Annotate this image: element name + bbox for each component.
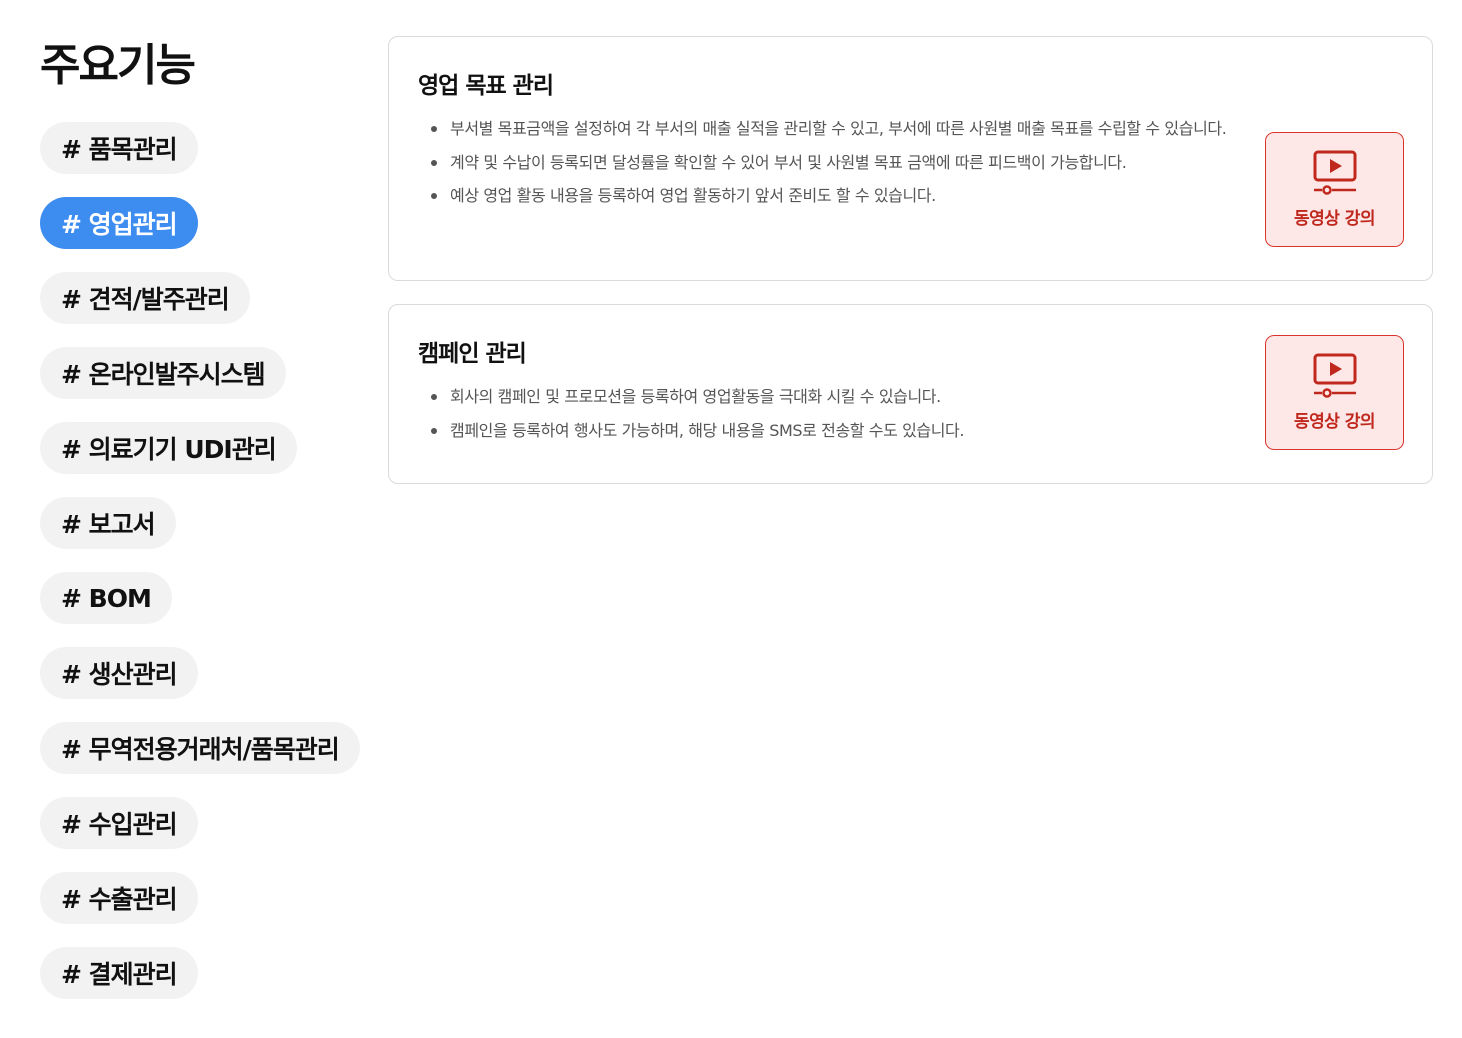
features-page: 주요기능 # 품목관리 # 영업관리 # 견적/발주관리 # 온라인발주시스템 … (0, 0, 1462, 1038)
card-title: 영업 목표 관리 (418, 73, 554, 99)
feature-detail-panel: 영업 목표 관리 부서별 목표금액을 설정하여 각 부서의 매출 실적을 관리할… (388, 36, 1433, 507)
tag-trade-partner-item-management[interactable]: # 무역전용거래처/품목관리 (40, 722, 360, 774)
tag-production-management[interactable]: # 생산관리 (40, 647, 198, 699)
card-bullet: 부서별 목표금액을 설정하여 각 부서의 매출 실적을 관리할 수 있고, 부서… (418, 112, 1232, 146)
tag-export-management[interactable]: # 수출관리 (40, 872, 198, 924)
feature-card-campaign: 캠페인 관리 회사의 캠페인 및 프로모션을 등록하여 영업활동을 극대화 시킬… (388, 304, 1433, 484)
card-bullet-list: 회사의 캠페인 및 프로모션을 등록하여 영업활동을 극대화 시킬 수 있습니다… (418, 380, 1232, 447)
video-lecture-label: 동영상 강의 (1293, 209, 1376, 229)
tag-medical-udi-management[interactable]: # 의료기기 UDI관리 (40, 422, 297, 474)
tag-bom[interactable]: # BOM (40, 572, 172, 624)
tag-item-management[interactable]: # 품목관리 (40, 122, 198, 174)
tag-quote-order-management[interactable]: # 견적/발주관리 (40, 272, 250, 324)
feature-card-sales-target: 영업 목표 관리 부서별 목표금액을 설정하여 각 부서의 매출 실적을 관리할… (388, 36, 1433, 281)
card-bullet: 예상 영업 활동 내용을 등록하여 영업 활동하기 앞서 준비도 할 수 있습니… (418, 179, 1232, 213)
tag-online-order-system[interactable]: # 온라인발주시스템 (40, 347, 286, 399)
tag-reports[interactable]: # 보고서 (40, 497, 176, 549)
card-title: 캠페인 관리 (418, 341, 527, 367)
feature-sidebar: 주요기능 # 품목관리 # 영업관리 # 견적/발주관리 # 온라인발주시스템 … (40, 38, 360, 999)
video-lecture-label: 동영상 강의 (1293, 412, 1376, 432)
feature-tag-list: # 품목관리 # 영업관리 # 견적/발주관리 # 온라인발주시스템 # 의료기… (40, 122, 360, 999)
video-lecture-button[interactable]: 동영상 강의 (1265, 132, 1404, 247)
card-bullet: 계약 및 수납이 등록되면 달성률을 확인할 수 있어 부서 및 사원별 목표 … (418, 146, 1232, 180)
card-bullet-list: 부서별 목표금액을 설정하여 각 부서의 매출 실적을 관리할 수 있고, 부서… (418, 112, 1232, 213)
video-lecture-button[interactable]: 동영상 강의 (1265, 335, 1404, 450)
sidebar-title: 주요기능 (40, 40, 196, 91)
tag-sales-management[interactable]: # 영업관리 (40, 197, 198, 249)
video-lecture-icon (1313, 353, 1356, 398)
card-bullet: 회사의 캠페인 및 프로모션을 등록하여 영업활동을 극대화 시킬 수 있습니다… (418, 380, 1232, 414)
tag-import-management[interactable]: # 수입관리 (40, 797, 198, 849)
video-lecture-icon (1313, 150, 1356, 195)
tag-payment-management[interactable]: # 결제관리 (40, 947, 198, 999)
card-bullet: 캠페인을 등록하여 행사도 가능하며, 해당 내용을 SMS로 전송할 수도 있… (418, 414, 1232, 448)
